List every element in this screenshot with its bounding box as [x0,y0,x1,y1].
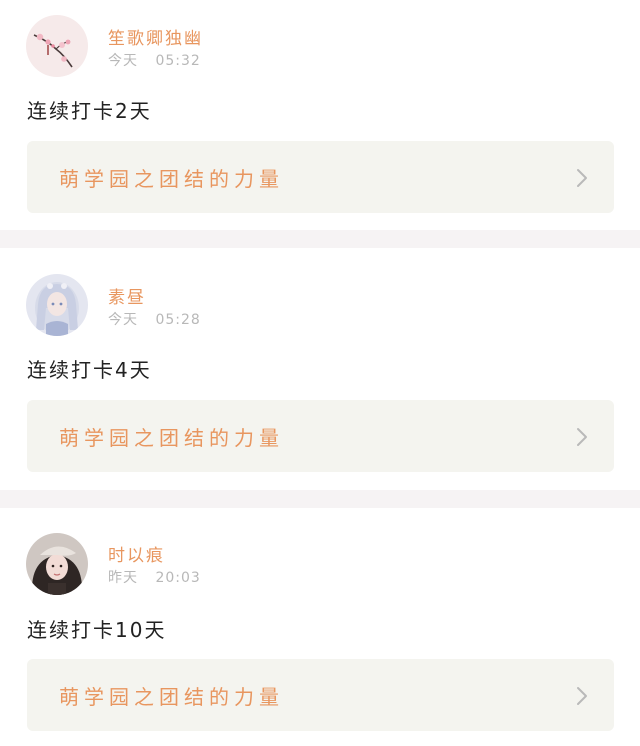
timestamp-time: 05:32 [155,53,201,69]
checkin-streak: 连续打卡2天 [27,99,152,123]
timestamp-day: 今天 [108,53,138,69]
group-link-card[interactable]: 萌学园之团结的力量 [27,141,614,213]
checkin-streak: 连续打卡10天 [27,618,167,642]
post-timestamp: 昨天 20:03 [108,567,201,587]
feed-post: 笙歌卿独幽 今天 05:32 连续打卡2天 萌学园之团结的力量 [0,0,640,230]
chevron-right-icon [577,428,587,446]
username[interactable]: 时以痕 [108,541,165,566]
post-timestamp: 今天 05:28 [108,309,201,329]
post-divider [0,230,640,248]
checkin-streak: 连续打卡4天 [27,358,152,382]
chevron-right-icon [577,169,587,187]
girl-with-beret-avatar[interactable] [26,533,88,595]
feed-post: 素昼 今天 05:28 连续打卡4天 萌学园之团结的力量 [0,248,640,490]
post-divider [0,490,640,508]
post-timestamp: 今天 05:32 [108,50,201,70]
chevron-right-icon [577,687,587,705]
timestamp-time: 20:03 [155,570,201,586]
group-link-card[interactable]: 萌学园之团结的力量 [27,659,614,731]
timestamp-time: 05:28 [155,312,201,328]
group-name: 萌学园之团结的力量 [59,167,284,191]
anime-girl-avatar[interactable] [26,274,88,336]
checkin-feed: 笙歌卿独幽 今天 05:32 连续打卡2天 萌学园之团结的力量 素昼 今天 05… [0,0,640,746]
timestamp-day: 今天 [108,312,138,328]
timestamp-day: 昨天 [108,570,138,586]
feed-post: 时以痕 昨天 20:03 连续打卡10天 萌学园之团结的力量 [0,508,640,746]
group-name: 萌学园之团结的力量 [59,685,284,709]
group-link-card[interactable]: 萌学园之团结的力量 [27,400,614,472]
group-name: 萌学园之团结的力量 [59,426,284,450]
username[interactable]: 笙歌卿独幽 [108,24,203,49]
plum-blossom-avatar[interactable] [26,15,88,77]
username[interactable]: 素昼 [108,283,146,308]
